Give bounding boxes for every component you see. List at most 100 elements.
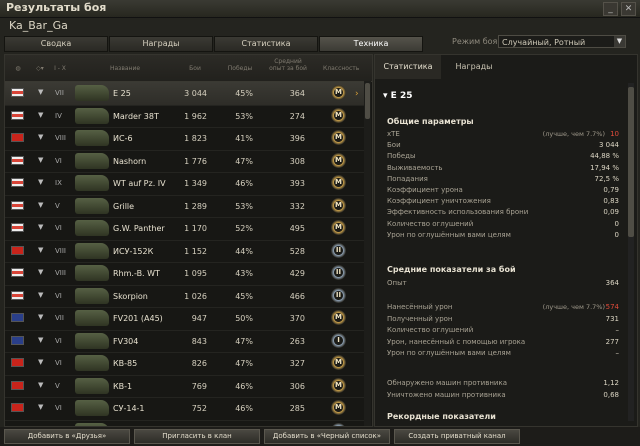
table-row[interactable]: ▼ VI Nashorn 1 776 47% 308 M bbox=[5, 150, 364, 173]
battles: 843 bbox=[191, 336, 207, 346]
add-friend-button[interactable]: Добавить в «Друзья» bbox=[4, 429, 130, 444]
nation-flag-icon bbox=[11, 403, 24, 412]
title-bar: Результаты боя _ ✕ bbox=[0, 0, 640, 18]
win-rate: 43% bbox=[235, 269, 253, 278]
stat-label: Нанесённый урон bbox=[387, 303, 453, 311]
avg-xp: 466 bbox=[289, 291, 305, 301]
tier: VI bbox=[55, 359, 62, 367]
table-row[interactable]: ▼ VI СУ-14-1 752 46% 285 M bbox=[5, 397, 364, 421]
tank-icon bbox=[75, 107, 109, 124]
vehicle-class-icon: ▼ bbox=[38, 200, 44, 209]
vehicle-class-icon: ▼ bbox=[38, 290, 44, 299]
close-button[interactable]: ✕ bbox=[621, 2, 636, 16]
tier: VI bbox=[55, 404, 62, 412]
table-row[interactable]: ▼ VI FV304 843 47% 263 I bbox=[5, 330, 364, 353]
nation-flag-icon bbox=[11, 133, 24, 142]
avg-xp: 327 bbox=[289, 359, 305, 368]
tab-vehicle-statistics[interactable]: Статистика bbox=[375, 55, 441, 79]
table-row[interactable]: ▼VIO-I64147%321II bbox=[5, 420, 364, 426]
avg-xp: 528 bbox=[289, 246, 305, 256]
stats-scrollbar[interactable] bbox=[628, 83, 634, 421]
table-row[interactable]: ▼ V КВ-1 769 46% 306 M bbox=[5, 375, 364, 398]
tier-header[interactable]: I - X bbox=[51, 65, 69, 72]
tank-icon bbox=[75, 400, 109, 416]
table-row[interactable]: ▼ VI КВ-85 826 47% 327 M bbox=[5, 352, 364, 376]
tab-vehicles[interactable]: Техника bbox=[319, 36, 423, 52]
table-scrollbar[interactable] bbox=[364, 81, 371, 426]
avg-xp: 429 bbox=[289, 269, 305, 278]
stat-row: Бои 3 044 bbox=[387, 141, 619, 151]
mastery-badge-icon: M bbox=[331, 400, 346, 415]
nation-filter-icon[interactable]: ◍ bbox=[11, 65, 25, 72]
vehicle-name: FV304 bbox=[113, 336, 139, 346]
table-row[interactable]: ▼ IX WT auf Pz. IV 1 349 46% 393 M bbox=[5, 172, 364, 196]
win-rate: 47% bbox=[235, 359, 253, 368]
win-rate: 46% bbox=[235, 404, 253, 413]
battles: 826 bbox=[191, 359, 207, 368]
stat-label: Урон по оглушённым вами целям bbox=[387, 349, 511, 357]
name-header[interactable]: Название bbox=[100, 65, 150, 72]
vehicle-name: КВ-85 bbox=[113, 359, 138, 368]
avg-xp: 285 bbox=[289, 404, 305, 413]
stat-label: Выживаемость bbox=[387, 163, 443, 172]
tab-vehicle-awards[interactable]: Награды bbox=[441, 55, 507, 79]
minimize-button[interactable]: _ bbox=[603, 2, 618, 16]
battles: 1 349 bbox=[184, 179, 207, 188]
stat-value: 0 bbox=[614, 219, 619, 228]
avg-xp-header[interactable]: Средний опыт за бой bbox=[267, 58, 309, 72]
tab-summary[interactable]: Сводка bbox=[4, 36, 108, 52]
stat-row: Полученный урон 731 bbox=[387, 315, 619, 325]
tier: IX bbox=[55, 179, 62, 187]
vehicle-name: ИС-6 bbox=[113, 134, 133, 143]
table-row[interactable]: ▼ V Grille 1 289 53% 332 M bbox=[5, 195, 364, 218]
table-row[interactable]: ▼ IV Marder 38T 1 962 53% 274 M bbox=[5, 105, 364, 128]
battle-results-window: Результаты боя _ ✕ Ka_Bar_Ga Сводка Нагр… bbox=[0, 0, 640, 446]
stat-row: Урон по оглушённым вами целям 0 bbox=[387, 231, 619, 241]
tab-statistics[interactable]: Статистика bbox=[214, 36, 318, 52]
stat-value: 0 bbox=[614, 230, 619, 239]
player-name: Ka_Bar_Ga bbox=[9, 19, 68, 32]
table-row[interactable]: ▼ VIII Rhm.-B. WT 1 095 43% 429 II bbox=[5, 262, 364, 286]
table-row[interactable]: ▼ VI G.W. Panther 1 170 52% 495 M bbox=[5, 217, 364, 241]
avg-xp: 306 bbox=[289, 381, 305, 391]
add-blacklist-button[interactable]: Добавить в «Черный список» bbox=[264, 429, 390, 444]
wins-header[interactable]: Победы bbox=[223, 65, 257, 72]
stat-row-xp: Опыт 364 bbox=[387, 279, 619, 289]
tank-icon bbox=[75, 175, 109, 191]
battle-mode-value: Случайный, Ротный bbox=[502, 38, 586, 47]
nation-flag-icon bbox=[11, 178, 24, 187]
stat-value: 0,79 bbox=[603, 186, 619, 194]
vehicle-stats-panel: Статистика Награды ▾ E 25 Общие параметр… bbox=[374, 54, 638, 427]
tier: VIII bbox=[55, 134, 66, 142]
table-row[interactable]: ▼ VIII ИС-6 1 823 41% 396 M bbox=[5, 127, 364, 151]
stat-value: – bbox=[615, 349, 620, 357]
vehicle-title[interactable]: ▾ E 25 bbox=[383, 91, 412, 101]
scrollbar-thumb[interactable] bbox=[365, 83, 370, 119]
invite-clan-button[interactable]: Пригласить в клан bbox=[134, 429, 260, 444]
mastery-header[interactable]: Классность bbox=[323, 65, 359, 72]
class-filter-icon[interactable]: ◇▾ bbox=[31, 65, 49, 72]
battle-mode-select[interactable]: Случайный, Ротный ▼ bbox=[498, 35, 626, 48]
stat-label: Урон по оглушённым вами целям bbox=[387, 230, 511, 239]
table-row[interactable]: ▼ VII E 25 3 044 45% 364 M › bbox=[5, 82, 364, 106]
mastery-badge-icon: II bbox=[331, 242, 346, 258]
vehicle-class-icon: ▼ bbox=[38, 403, 44, 411]
table-row[interactable]: ▼ VII FV201 (A45) 947 50% 370 M bbox=[5, 307, 364, 331]
vehicle-name: E 25 bbox=[390, 91, 413, 101]
battles-header[interactable]: Бои bbox=[180, 65, 210, 72]
vehicle-name: Grille bbox=[113, 201, 135, 211]
chevron-right-icon: › bbox=[355, 89, 359, 99]
battles: 947 bbox=[191, 314, 207, 323]
window-title: Результаты боя bbox=[6, 1, 107, 14]
stat-label: Количество оглушений bbox=[387, 326, 474, 334]
stat-value: 3 044 bbox=[598, 141, 619, 150]
tab-awards[interactable]: Награды bbox=[109, 36, 213, 52]
scrollbar-thumb[interactable] bbox=[628, 87, 634, 237]
table-row[interactable]: ▼ VIII ИСУ-152К 1 152 44% 528 II bbox=[5, 240, 364, 263]
create-channel-button[interactable]: Создать приватный канал bbox=[394, 429, 520, 444]
mastery-badge-icon: I bbox=[331, 332, 346, 348]
table-row[interactable]: ▼ VI Skorpion 1 026 45% 466 II bbox=[5, 285, 364, 308]
stat-row-xte: xTE (лучше, чем 7.7%) 10 bbox=[387, 130, 619, 140]
stat-value: 0,83 bbox=[603, 197, 619, 206]
battle-mode-label: Режим боя: bbox=[452, 37, 501, 46]
